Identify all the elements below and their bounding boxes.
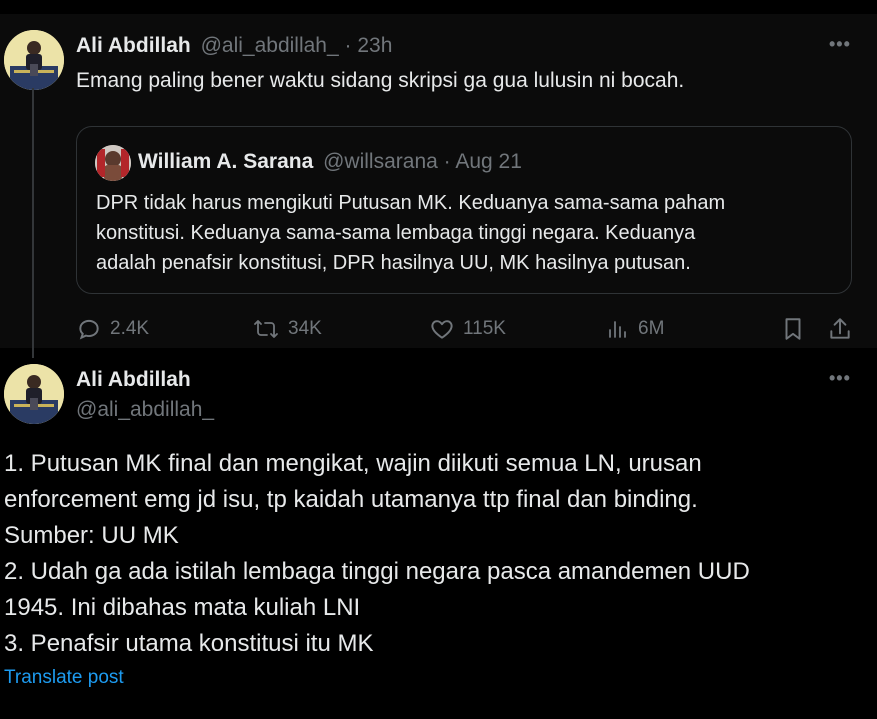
repost-icon bbox=[254, 320, 278, 338]
reply-text-line: 1945. Ini dibahas mata kuliah LNI bbox=[4, 594, 361, 621]
page: Ali Abdillah @ali_abdillah_ · 23h ••• Em… bbox=[0, 0, 877, 719]
author-name[interactable]: Ali Abdillah bbox=[76, 368, 191, 391]
action-bar: 2.4K 34K 115K 6M bbox=[76, 311, 856, 347]
translate-post-link[interactable]: Translate post bbox=[4, 667, 124, 689]
reply-text-line: 1. Putusan MK final dan mengikat, wajin … bbox=[4, 450, 702, 477]
quoted-header: William A. Sarana @willsarana · Aug 21 bbox=[138, 150, 522, 174]
quoted-text: DPR tidak harus mengikuti Putusan MK. Ke… bbox=[96, 188, 725, 278]
quoted-author-name: William A. Sarana bbox=[138, 150, 314, 173]
quoted-text-line: adalah penafsir konstitusi, DPR hasilnya… bbox=[96, 252, 691, 274]
parent-header: Ali Abdillah @ali_abdillah_ · 23h bbox=[76, 34, 392, 58]
thread-connector bbox=[32, 88, 34, 358]
reply-text: 1. Putusan MK final dan mengikat, wajin … bbox=[4, 446, 864, 662]
quoted-text-line: DPR tidak harus mengikuti Putusan MK. Ke… bbox=[96, 192, 726, 214]
like-count: 115K bbox=[463, 318, 506, 339]
quoted-author-handle: @willsarana bbox=[323, 150, 438, 173]
quoted-text-line: konstitusi. Keduanya sama-sama lembaga t… bbox=[96, 222, 696, 244]
reply-text-line: enforcement emg jd isu, tp kaidah utaman… bbox=[4, 486, 698, 513]
share-button[interactable] bbox=[827, 311, 861, 347]
parent-tweet[interactable]: Ali Abdillah @ali_abdillah_ · 23h ••• Em… bbox=[0, 14, 877, 348]
like-button[interactable]: 115K bbox=[429, 311, 506, 347]
bookmark-icon bbox=[785, 318, 801, 340]
reply-text-line: 3. Penafsir utama konstitusi itu MK bbox=[4, 630, 374, 657]
reply-text-line: 2. Udah ga ada istilah lembaga tinggi ne… bbox=[4, 558, 750, 585]
timestamp[interactable]: 23h bbox=[357, 34, 392, 57]
views-button[interactable]: 6M bbox=[606, 311, 664, 347]
avatar bbox=[95, 145, 131, 181]
reply-count: 2.4K bbox=[110, 318, 150, 339]
reply-author-handle[interactable]: @ali_abdillah_ bbox=[76, 398, 214, 422]
reply-author-name[interactable]: Ali Abdillah bbox=[76, 368, 191, 392]
reply-button[interactable]: 2.4K bbox=[76, 311, 149, 347]
reply-icon bbox=[79, 319, 99, 340]
views-icon bbox=[609, 321, 626, 338]
separator-dot: · bbox=[443, 150, 451, 173]
share-icon bbox=[830, 318, 850, 339]
separator-dot: · bbox=[344, 34, 352, 57]
heart-icon bbox=[431, 320, 453, 339]
reply-text-line: Sumber: UU MK bbox=[4, 522, 179, 549]
avatar[interactable] bbox=[4, 364, 64, 424]
tweet-text: Emang paling bener waktu sidang skripsi … bbox=[76, 69, 685, 92]
author-name[interactable]: Ali Abdillah bbox=[76, 34, 191, 57]
more-icon[interactable]: ••• bbox=[829, 34, 851, 55]
quoted-tweet[interactable]: William A. Sarana @willsarana · Aug 21 D… bbox=[76, 126, 852, 294]
repost-button[interactable]: 34K bbox=[252, 311, 322, 347]
repost-count: 34K bbox=[288, 318, 322, 339]
more-icon[interactable]: ••• bbox=[829, 368, 851, 389]
view-count: 6M bbox=[638, 318, 665, 339]
author-handle[interactable]: @ali_abdillah_ bbox=[201, 34, 339, 57]
avatar[interactable] bbox=[4, 30, 64, 90]
quoted-date: Aug 21 bbox=[455, 150, 522, 173]
bookmark-button[interactable] bbox=[780, 311, 814, 347]
